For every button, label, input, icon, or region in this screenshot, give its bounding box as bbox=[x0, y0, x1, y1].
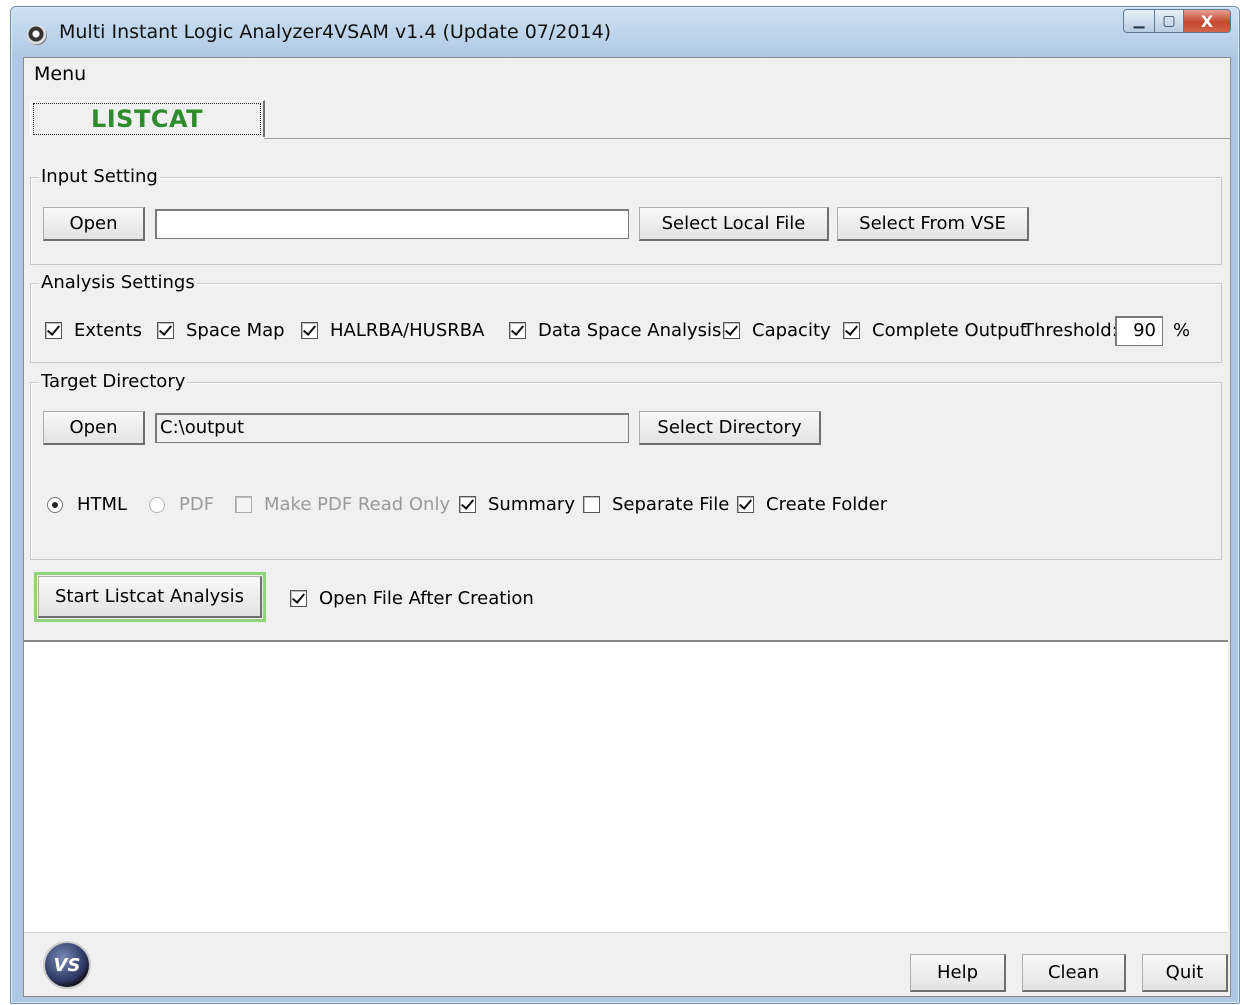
checkbox-box bbox=[235, 496, 252, 513]
checkbox-label: Summary bbox=[488, 494, 575, 515]
target-directory-group: Target Directory Open C:\output Select D… bbox=[30, 371, 1222, 560]
checkbox-box bbox=[737, 496, 754, 513]
make-pdf-read-only-checkbox[interactable]: Make PDF Read Only bbox=[235, 494, 450, 515]
pdf-radio[interactable]: PDF bbox=[149, 494, 214, 515]
checkbox-box bbox=[583, 496, 600, 513]
start-button-highlight: Start Listcat Analysis bbox=[34, 572, 266, 622]
checkbox-box bbox=[723, 322, 740, 339]
target-open-button[interactable]: Open bbox=[43, 411, 145, 445]
tab-label: LISTCAT bbox=[90, 105, 204, 133]
maximize-button[interactable]: ▢ bbox=[1155, 9, 1184, 33]
checkbox-box bbox=[459, 496, 476, 513]
checkbox-box bbox=[45, 322, 62, 339]
radio-label: PDF bbox=[179, 494, 215, 515]
quit-button[interactable]: Quit bbox=[1142, 954, 1228, 992]
data-space-analysis-checkbox[interactable]: Data Space Analysis bbox=[509, 320, 721, 341]
menu-item[interactable]: Menu bbox=[34, 63, 86, 85]
select-local-file-button[interactable]: Select Local File bbox=[639, 207, 829, 241]
checkbox-label: Data Space Analysis bbox=[538, 320, 722, 341]
input-setting-group: Input Setting Open Select Local File Sel… bbox=[30, 166, 1222, 265]
output-log-area[interactable] bbox=[24, 640, 1228, 933]
checkbox-label: HALRBA/HUSRBA bbox=[330, 320, 485, 341]
help-button[interactable]: Help bbox=[910, 954, 1006, 992]
checkbox-box bbox=[843, 322, 860, 339]
group-title: Input Setting bbox=[39, 166, 160, 187]
tab-strip-divider bbox=[264, 138, 1230, 139]
create-folder-checkbox[interactable]: Create Folder bbox=[737, 494, 887, 515]
checkbox-label: Space Map bbox=[186, 320, 285, 341]
caption-buttons: ▁ ▢ X bbox=[1123, 9, 1231, 33]
input-open-button[interactable]: Open bbox=[43, 207, 145, 241]
checkbox-label: Complete Output bbox=[872, 320, 1027, 341]
analysis-settings-group: Analysis Settings Extents Space Map HALR… bbox=[30, 272, 1222, 363]
minimize-icon: ▁ bbox=[1133, 13, 1145, 29]
logo-text: VS bbox=[53, 954, 81, 976]
select-from-vse-button[interactable]: Select From VSE bbox=[837, 207, 1029, 241]
checkbox-box bbox=[290, 590, 307, 607]
threshold-input[interactable]: 90 bbox=[1115, 316, 1163, 346]
window-title: Multi Instant Logic Analyzer4VSAM v1.4 (… bbox=[59, 21, 612, 43]
checkbox-label: Capacity bbox=[752, 320, 831, 341]
start-listcat-analysis-button[interactable]: Start Listcat Analysis bbox=[38, 576, 262, 618]
input-file-field[interactable] bbox=[155, 209, 629, 239]
threshold-unit: % bbox=[1173, 320, 1191, 341]
radio-dot bbox=[149, 496, 165, 513]
checkbox-label: Create Folder bbox=[766, 494, 888, 515]
close-button[interactable]: X bbox=[1184, 9, 1231, 33]
vs-logo-icon: VS bbox=[43, 941, 91, 989]
group-title: Analysis Settings bbox=[39, 272, 197, 293]
minimize-button[interactable]: ▁ bbox=[1123, 9, 1155, 33]
checkbox-label: Make PDF Read Only bbox=[264, 494, 451, 515]
checkbox-box bbox=[157, 322, 174, 339]
target-path-field[interactable]: C:\output bbox=[155, 413, 629, 443]
maximize-icon: ▢ bbox=[1162, 13, 1176, 29]
tab-focus-rect: LISTCAT bbox=[33, 103, 261, 135]
threshold-label: Threshold: bbox=[1023, 320, 1118, 341]
tab-listcat[interactable]: LISTCAT bbox=[30, 100, 265, 137]
separate-file-checkbox[interactable]: Separate File bbox=[583, 494, 729, 515]
checkbox-label: Extents bbox=[74, 320, 143, 341]
halrba-husrba-checkbox[interactable]: HALRBA/HUSRBA bbox=[301, 320, 484, 341]
summary-checkbox[interactable]: Summary bbox=[459, 494, 575, 515]
group-title: Target Directory bbox=[39, 371, 188, 392]
vs-logo: VS bbox=[32, 940, 102, 990]
checkbox-label: Open File After Creation bbox=[319, 588, 534, 609]
app-window: Multi Instant Logic Analyzer4VSAM v1.4 (… bbox=[10, 6, 1240, 1004]
radio-dot bbox=[47, 496, 63, 513]
capacity-checkbox[interactable]: Capacity bbox=[723, 320, 831, 341]
checkbox-box bbox=[509, 322, 526, 339]
app-icon[interactable] bbox=[27, 25, 47, 45]
checkbox-box bbox=[301, 322, 318, 339]
radio-label: HTML bbox=[77, 494, 128, 515]
open-file-after-creation-checkbox[interactable]: Open File After Creation bbox=[290, 588, 534, 609]
checkbox-label: Separate File bbox=[612, 494, 730, 515]
clean-button[interactable]: Clean bbox=[1022, 954, 1126, 992]
html-radio[interactable]: HTML bbox=[47, 494, 127, 515]
complete-output-checkbox[interactable]: Complete Output bbox=[843, 320, 1027, 341]
client-area: Menu LISTCAT Input Setting Open Select L… bbox=[23, 57, 1231, 997]
title-bar[interactable]: Multi Instant Logic Analyzer4VSAM v1.4 (… bbox=[11, 7, 1239, 57]
close-icon: X bbox=[1200, 11, 1214, 31]
select-directory-button[interactable]: Select Directory bbox=[639, 411, 821, 445]
space-map-checkbox[interactable]: Space Map bbox=[157, 320, 285, 341]
extents-checkbox[interactable]: Extents bbox=[45, 320, 142, 341]
